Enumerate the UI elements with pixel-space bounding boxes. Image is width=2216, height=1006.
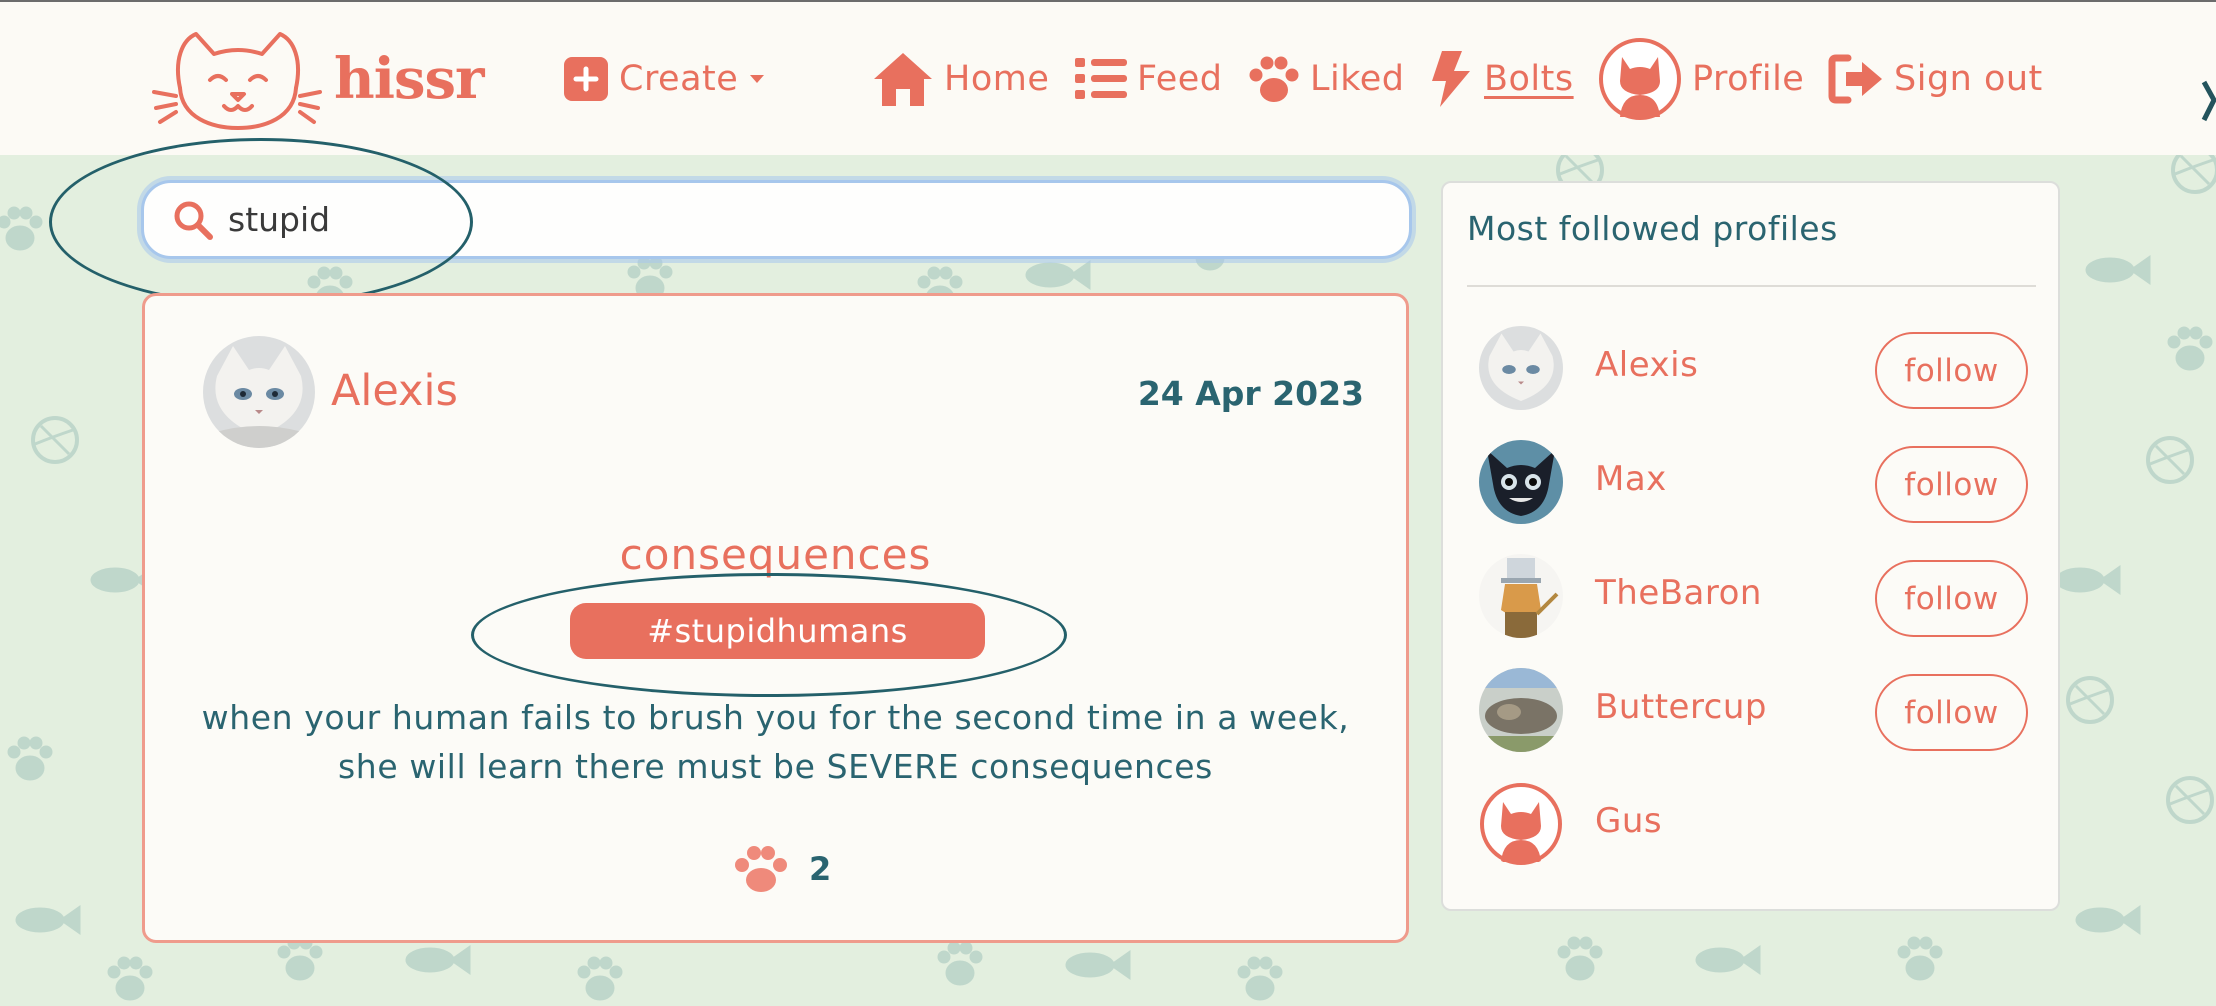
nav-bolts[interactable]: Bolts [1430,42,1574,116]
nav-feed[interactable]: Feed [1075,42,1223,116]
nav-liked[interactable]: Liked [1248,42,1405,116]
profile-name[interactable]: Max [1595,459,1667,499]
search-bar[interactable] [141,180,1412,259]
search-icon [174,201,213,240]
post-card: Alexis 24 Apr 2023 consequences #stupidh… [142,293,1409,943]
post-body-line-1: when your human fails to brush you for t… [201,698,1350,737]
avatar-alexis[interactable] [1479,326,1563,410]
brand-logo[interactable]: hissr [152,26,485,132]
profile-row: Gus [1443,773,2058,873]
avatar-buttercup[interactable] [1479,668,1563,752]
post-author-name[interactable]: Alexis [331,366,458,416]
follow-button[interactable]: follow [1875,674,2028,751]
nav-bolts-label: Bolts [1484,59,1574,99]
post-body-line-2: she will learn there must be SEVERE cons… [338,747,1213,786]
home-icon [874,53,932,106]
avatar-max[interactable] [1479,440,1563,524]
nav-home-label: Home [944,59,1050,99]
post-date: 24 Apr 2023 [1137,374,1364,413]
sign-out-icon [1828,54,1882,104]
nav-create-label: Create [619,59,739,99]
edge-arrow-icon [2201,80,2216,122]
cat-avatar-icon [1599,38,1681,120]
profile-row: TheBaron follow [1443,545,2058,645]
profile-row: Buttercup follow [1443,659,2058,759]
follow-button[interactable]: follow [1875,332,2028,409]
follow-button[interactable]: follow [1875,446,2028,523]
cat-photo-icon [1479,326,1563,410]
plus-square-icon [564,57,608,101]
navbar: hissr Create Home Feed Liked Bolts Profi… [0,0,2216,155]
avatar-thebaron[interactable] [1479,554,1563,638]
nav-feed-label: Feed [1137,59,1223,99]
profile-name[interactable]: TheBaron [1595,573,1762,613]
nav-sign-out-label: Sign out [1894,59,2043,99]
avatar-gus[interactable] [1479,782,1563,866]
lightning-bolt-icon [1432,51,1470,107]
cat-photo-icon [203,336,315,448]
paw-icon [1249,56,1299,102]
profile-row: Max follow [1443,431,2058,531]
nav-sign-out[interactable]: Sign out [1828,42,2043,116]
profile-row: Alexis follow [1443,317,2058,417]
like-count: 2 [733,844,831,894]
nav-liked-label: Liked [1310,59,1405,99]
nav-create-dropdown[interactable]: Create [563,42,765,116]
brand-name: hissr [334,46,485,112]
cat-photo-icon [1479,440,1563,524]
chevron-down-icon [750,75,765,83]
cat-logo-icon [152,32,322,130]
profile-name[interactable]: Buttercup [1595,687,1767,727]
paw-like-icon[interactable] [733,844,789,894]
sidebar-title: Most followed profiles [1467,209,1838,248]
cat-photo-icon [1479,554,1563,638]
cat-avatar-icon [1480,783,1562,865]
hashtag-badge[interactable]: #stupidhumans [570,603,985,659]
most-followed-panel: Most followed profiles Alexis follow Max [1441,181,2060,911]
nav-profile-label: Profile [1692,59,1805,99]
nav-profile[interactable]: Profile [1598,38,1805,120]
list-icon [1075,58,1127,99]
post-body: when your human fails to brush you for t… [145,693,1406,791]
post-author-avatar[interactable] [203,336,315,448]
nav-home[interactable]: Home [872,42,1049,116]
profile-name[interactable]: Alexis [1595,345,1698,385]
likes-count-value: 2 [809,850,832,888]
search-input[interactable] [228,200,1328,239]
cat-photo-icon [1479,668,1563,752]
profile-name[interactable]: Gus [1595,801,1662,841]
follow-button[interactable]: follow [1875,560,2028,637]
divider [1467,285,2036,287]
post-title: consequences [619,530,932,579]
